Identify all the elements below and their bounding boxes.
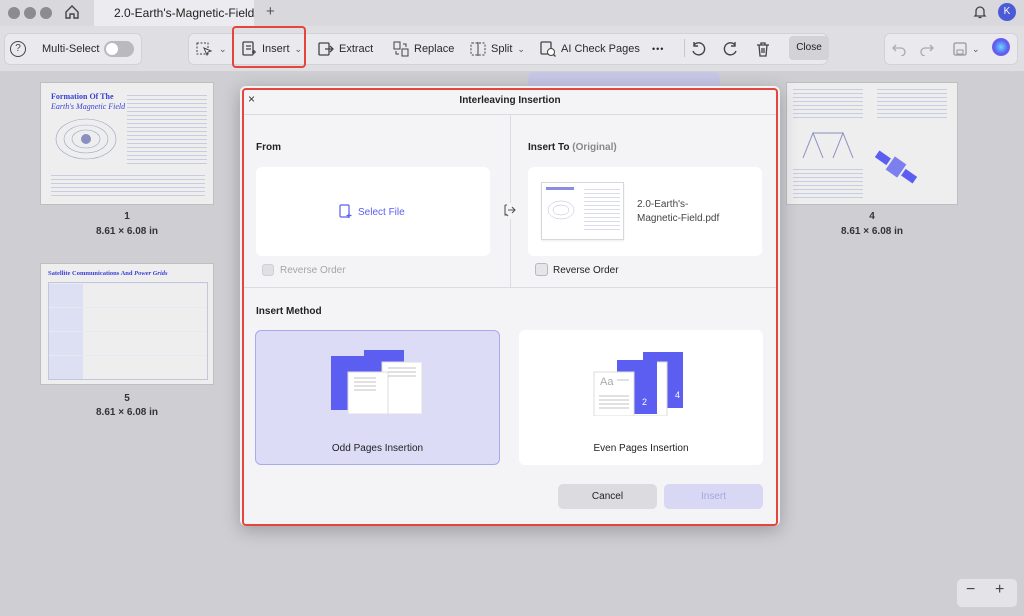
extract-label: Extract: [339, 43, 374, 55]
redo-icon: [920, 42, 934, 56]
swap-icon[interactable]: [502, 203, 518, 219]
more-options-button[interactable]: •••: [652, 33, 664, 65]
ai-check-pages-button[interactable]: AI Check Pages: [540, 33, 640, 65]
even-page-number-4: 4: [675, 390, 681, 400]
page-4-text-block: [793, 169, 863, 199]
split-button[interactable]: Split ⌄: [470, 33, 525, 65]
multi-select-toggle[interactable]: [104, 41, 134, 57]
extract-button[interactable]: Extract: [318, 33, 373, 65]
avatar[interactable]: K: [998, 3, 1016, 21]
delete-button[interactable]: [755, 33, 771, 65]
antenna-diagram: [802, 131, 854, 159]
page-thumbnail-4[interactable]: [786, 82, 958, 205]
bell-icon[interactable]: [972, 4, 988, 20]
satellite-illustration: [874, 150, 918, 184]
toolbar-divider: [684, 39, 685, 57]
odd-pages-illustration: [331, 350, 423, 414]
zoom-in-button[interactable]: +: [995, 581, 1004, 599]
insert-button[interactable]: Insert ⌄: [241, 33, 302, 65]
page-size-1: 8.61 × 6.08 in: [96, 226, 158, 237]
selected-page-indicator: [528, 72, 720, 86]
page-1-text-block: [127, 95, 207, 165]
rotate-right-button[interactable]: [723, 33, 739, 65]
redo-button[interactable]: [920, 33, 934, 65]
even-page-number-2: 2: [642, 397, 648, 407]
page-4-text-block: [877, 89, 947, 119]
original-file-name: 2.0-Earth's- Magnetic-Field.pdf: [637, 199, 720, 224]
even-pages-label: Even Pages Insertion: [593, 443, 689, 454]
earth-field-diagram: [55, 118, 117, 160]
extract-icon: [318, 41, 334, 57]
page-number-4: 4: [869, 211, 875, 222]
add-file-icon: [339, 204, 353, 221]
zoom-window-icon[interactable]: [40, 7, 52, 19]
aa-glyph: Aa: [600, 376, 614, 388]
rotate-right-icon: [723, 41, 739, 57]
odd-pages-label: Odd Pages Insertion: [331, 443, 424, 454]
chevron-down-icon: ⌄: [972, 43, 980, 54]
page-size-5: 8.61 × 6.08 in: [96, 407, 158, 418]
insert-page-icon: [241, 41, 257, 57]
page-1-subtitle: Earth's Magnetic Field: [51, 102, 126, 111]
undo-button[interactable]: [892, 33, 906, 65]
page-number-1: 1: [124, 211, 130, 222]
chevron-down-icon: ⌄: [219, 43, 227, 54]
insert-to-label: Insert To (Original): [528, 142, 617, 153]
reverse-order-label-right: Reverse Order: [553, 265, 619, 276]
reverse-order-label-left: Reverse Order: [280, 265, 346, 276]
cancel-button[interactable]: Cancel: [558, 484, 657, 509]
dialog-title: Interleaving Insertion: [459, 95, 561, 106]
save-button[interactable]: ⌄: [953, 33, 980, 65]
home-icon[interactable]: [64, 4, 80, 20]
reverse-order-checkbox-right[interactable]: [535, 263, 548, 276]
undo-icon: [892, 42, 906, 56]
ai-assistant-icon[interactable]: [992, 38, 1010, 56]
from-label: From: [256, 142, 281, 153]
page-5-title: Satellite Communications And Power Grids: [48, 270, 168, 277]
split-icon: [470, 41, 486, 57]
rotate-left-button[interactable]: [690, 33, 706, 65]
trash-icon: [755, 41, 771, 57]
new-tab-button[interactable]: +: [266, 3, 275, 20]
insert-method-label: Insert Method: [256, 306, 322, 317]
page-5-table: [48, 282, 208, 380]
replace-icon: [393, 41, 409, 57]
reverse-order-checkbox-left[interactable]: [262, 264, 274, 276]
minimize-window-icon[interactable]: [24, 7, 36, 19]
insert-confirm-button[interactable]: Insert: [664, 484, 763, 509]
save-icon: [953, 42, 967, 56]
chevron-down-icon: ⌄: [517, 43, 525, 54]
page-1-title: Formation Of The: [51, 92, 114, 101]
zoom-out-button[interactable]: −: [966, 581, 975, 599]
chevron-down-icon: ⌄: [294, 43, 303, 54]
page-number-5: 5: [124, 393, 130, 404]
select-file-label: Select File: [358, 207, 405, 218]
select-file-button[interactable]: Select File: [339, 204, 405, 221]
page-size-4: 8.61 × 6.08 in: [841, 226, 903, 237]
select-tool-button[interactable]: ⌄: [196, 33, 227, 65]
odd-page-number-1: 1: [364, 395, 370, 405]
dialog-section-divider: [242, 287, 778, 288]
replace-label: Replace: [414, 43, 455, 55]
page-thumbnail-1[interactable]: Formation Of The Earth's Magnetic Field: [40, 82, 214, 205]
original-file-thumbnail: [541, 182, 624, 240]
multi-select-label: Multi-Select: [42, 43, 100, 55]
odd-page-number-3: 3: [396, 390, 402, 400]
replace-button[interactable]: Replace: [393, 33, 454, 65]
dialog-column-divider: [510, 115, 511, 287]
ai-check-pages-label: AI Check Pages: [561, 43, 640, 55]
help-icon[interactable]: ?: [10, 41, 26, 57]
page-1-text-block: [51, 175, 205, 197]
document-tab[interactable]: 2.0-Earth's-Magnetic-Field: [94, 0, 254, 26]
insert-label: Insert: [262, 43, 290, 55]
close-button[interactable]: Close: [789, 36, 829, 60]
ai-check-icon: [540, 41, 556, 57]
split-label: Split: [491, 43, 513, 55]
page-4-text-block: [793, 89, 863, 119]
page-thumbnail-5[interactable]: Satellite Communications And Power Grids: [40, 263, 214, 385]
close-window-icon[interactable]: [8, 7, 20, 19]
cursor-select-icon: [196, 41, 214, 57]
rotate-left-icon: [690, 41, 706, 57]
